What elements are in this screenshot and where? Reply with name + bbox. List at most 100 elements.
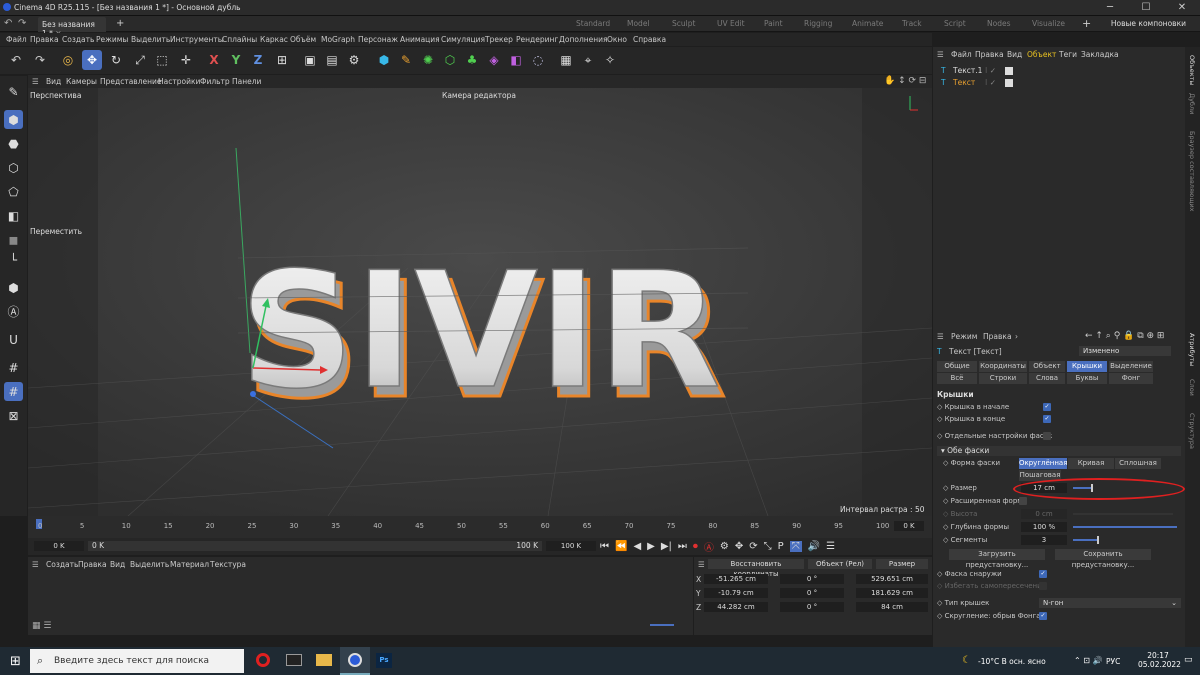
attr-nav-icons[interactable]: ← ↑ ⌕ ⚲ 🔒 ⧉ ⊕ ⊞ [1085, 331, 1164, 341]
menu-item-10[interactable]: Персонаж [358, 35, 398, 44]
maximize-button[interactable]: ☐ [1128, 0, 1164, 16]
size-mode-select[interactable]: Размер [876, 559, 928, 569]
minimize-button[interactable]: ─ [1092, 0, 1128, 16]
move-tool-icon[interactable]: ✥ [82, 50, 102, 70]
volume-icon[interactable]: ◈ [484, 50, 504, 70]
next-frame-icon[interactable]: ▶| [661, 541, 672, 552]
model-mode-icon[interactable]: ⬢ [4, 110, 23, 129]
menu-item-14[interactable]: Рендеринг [516, 35, 558, 44]
coord-mode-select[interactable]: Объект (Рел) [808, 559, 872, 569]
render-view-icon[interactable]: ▣ [300, 50, 320, 70]
menu-item-3[interactable]: Режимы [96, 35, 128, 44]
cap-start-checkbox[interactable]: ✓ [1043, 403, 1051, 411]
object-menu-4[interactable]: Теги [1059, 50, 1077, 59]
layout-tab-10[interactable]: Visualize [1032, 19, 1065, 28]
undo-icon[interactable]: ↶ [4, 18, 12, 29]
coord-position-field[interactable]: -51.265 cm [704, 574, 768, 584]
menu-item-8[interactable]: Объём [290, 35, 316, 44]
snap-grid-icon[interactable]: # [4, 382, 23, 401]
menu-item-16[interactable]: Окно [607, 35, 627, 44]
material-menu-icon[interactable]: ☰ [32, 560, 39, 569]
attr-menu-edit[interactable]: Правка [983, 332, 1012, 341]
z-axis-lock-icon[interactable]: Z [248, 50, 268, 70]
attr-tab-4[interactable]: Выделение [1109, 361, 1153, 372]
preview-start-field[interactable]: 0 K [34, 541, 84, 551]
subdivision-icon[interactable]: ✺ [418, 50, 438, 70]
side-tab-0[interactable]: Объекты [1188, 55, 1196, 86]
material-menu-0[interactable]: Создать [46, 560, 78, 569]
object-menu-0[interactable]: Файл [951, 50, 972, 59]
both-bevels-group[interactable]: ▾ Обе фаски [937, 446, 1181, 456]
material-menu-2[interactable]: Вид [110, 560, 125, 569]
menu-item-15[interactable]: Дополнения [559, 35, 608, 44]
layout-tab-6[interactable]: Animate [852, 19, 883, 28]
close-button[interactable]: ✕ [1164, 0, 1200, 16]
viewport-menu-5[interactable]: Панели [232, 77, 261, 86]
redo-button[interactable]: ↷ [30, 50, 50, 70]
deformer-icon[interactable]: ◧ [506, 50, 526, 70]
segments-slider[interactable] [1073, 539, 1097, 541]
sound-icon[interactable]: 🔊 [808, 541, 820, 552]
undo-button[interactable]: ↶ [6, 50, 26, 70]
shape-curve-button[interactable]: Кривая [1068, 458, 1114, 469]
menu-item-6[interactable]: Сплайны [222, 35, 257, 44]
y-axis-lock-icon[interactable]: Y [226, 50, 246, 70]
visibility-icons[interactable]: ⁝ ✓ [985, 66, 996, 75]
key-position-icon[interactable]: ✥ [735, 541, 743, 552]
redo-icon[interactable]: ↷ [18, 18, 26, 29]
object-tag-icon[interactable] [1005, 79, 1013, 87]
extrude-icon[interactable]: ⬡ [440, 50, 460, 70]
preview-end-field[interactable]: 100 K [546, 541, 596, 551]
coord-rotation-field[interactable]: 0 ° [780, 574, 844, 584]
preview-range-slider[interactable]: 0 K 100 K [88, 541, 542, 551]
layout-tab-7[interactable]: Track [902, 19, 922, 28]
depth-slider[interactable] [1073, 526, 1177, 528]
record-icon[interactable]: ⏺ [693, 541, 698, 552]
field-icon[interactable]: ◌ [528, 50, 548, 70]
camera-icon[interactable]: ⌖ [578, 50, 598, 70]
material-menu-4[interactable]: Материал [170, 560, 209, 569]
cloner-icon[interactable]: ♣ [462, 50, 482, 70]
layout-tab-9[interactable]: Nodes [987, 19, 1010, 28]
texture-mode-icon[interactable]: ⬣ [4, 134, 23, 153]
coord-size-field[interactable]: 529.651 cm [856, 574, 928, 584]
viewport-menu-4[interactable]: Фильтр [200, 77, 230, 86]
menu-item-2[interactable]: Создать [62, 35, 94, 44]
layout-tab-1[interactable]: Model [627, 19, 650, 28]
extended-shape-checkbox[interactable] [1019, 497, 1027, 505]
layout-tab-4[interactable]: Paint [764, 19, 783, 28]
autokey-icon[interactable]: Ⓐ [704, 539, 714, 554]
object-tag-icon[interactable] [1005, 67, 1013, 75]
attr-subtab-2[interactable]: Слова [1029, 373, 1065, 384]
menu-item-7[interactable]: Каркас [260, 35, 288, 44]
prev-frame-icon[interactable]: ◀ [633, 541, 641, 552]
segments-field[interactable]: 3 [1021, 535, 1067, 545]
render-picture-viewer-icon[interactable]: ▤ [322, 50, 342, 70]
key-param-icon[interactable]: P [778, 541, 784, 552]
material-menu-3[interactable]: Выделить [130, 560, 169, 569]
go-to-end-icon[interactable]: ⏭ [678, 541, 687, 552]
attr-subtab-4[interactable]: Фонг [1109, 373, 1153, 384]
attr-state-select[interactable]: Изменено [1079, 346, 1171, 356]
coord-position-field[interactable]: -10.79 cm [704, 588, 768, 598]
attr-tab-0[interactable]: Общие [937, 361, 977, 372]
axis-mode-icon[interactable]: └ [4, 250, 23, 269]
side-tab-4[interactable]: Слои [1188, 379, 1196, 396]
attr-tab-1[interactable]: Координаты [979, 361, 1027, 372]
viewport-menu-icon[interactable]: ☰ [32, 77, 39, 86]
tray-icons[interactable]: ⌃ ⊡ 🔊 [1074, 656, 1102, 665]
x-axis-lock-icon[interactable]: X [204, 50, 224, 70]
segments-slider-handle[interactable] [1097, 536, 1099, 544]
object-menu-5[interactable]: Закладка [1081, 50, 1119, 59]
new-tab-icon[interactable]: + [116, 18, 124, 29]
menu-item-17[interactable]: Справка [633, 35, 666, 44]
menu-item-9[interactable]: MoGraph [321, 35, 355, 44]
attr-tab-3[interactable]: Крышки [1067, 361, 1107, 372]
viewport-menu-0[interactable]: Вид [46, 77, 61, 86]
cap-type-select[interactable]: N-гон ⌄ [1039, 598, 1181, 608]
viewport-menu-2[interactable]: Представление [100, 77, 162, 86]
animation-mode-icon[interactable]: Ⓐ [4, 302, 23, 321]
attr-menu-mode[interactable]: Режим [951, 332, 977, 341]
material-menu-5[interactable]: Текстура [210, 560, 246, 569]
menu-item-0[interactable]: Файл [6, 35, 27, 44]
